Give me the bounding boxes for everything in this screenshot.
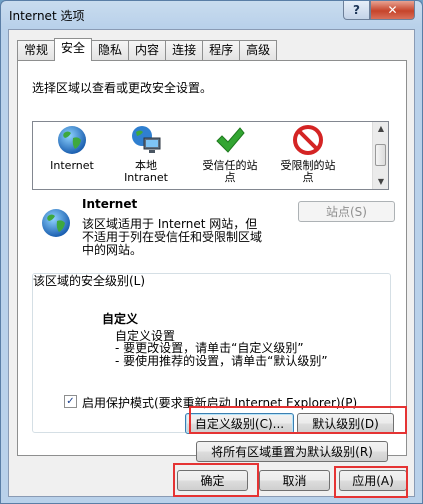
scroll-up-icon[interactable]: ▲ [375, 124, 387, 134]
tab-advanced[interactable]: 高级 [239, 40, 278, 60]
zone-name: Internet [82, 197, 138, 211]
zone-scrollbar[interactable]: ▲ ▼ [372, 122, 388, 189]
checkmark-icon [214, 124, 246, 156]
scroll-thumb[interactable] [375, 144, 386, 166]
zone-instruction: 选择区域以查看或更改安全设置。 [32, 81, 213, 95]
security-tab-panel: 选择区域以查看或更改安全设置。 Internet 本地 Intranet 受信任… [17, 60, 407, 462]
zone-item-trusted-sites[interactable]: 受信任的站 点 [195, 124, 265, 184]
internet-options-window: Internet 选项 ? ✕ 常规 安全 隐私 内容 连接 程序 高级 选择区… [0, 0, 423, 504]
tab-privacy[interactable]: 隐私 [91, 40, 130, 60]
zone-label: 受信任的站 点 [202, 159, 258, 184]
zone-item-internet[interactable]: Internet [37, 124, 107, 172]
highlight-apply-box [334, 466, 408, 498]
scroll-down-icon[interactable]: ▼ [375, 177, 387, 187]
tab-general[interactable]: 常规 [17, 40, 56, 60]
globe-icon [56, 124, 88, 156]
sites-button[interactable]: 站点(S) [298, 201, 395, 222]
security-level-desc: - 要使用推荐的设置，请单击“默认级别” [115, 354, 328, 368]
restricted-icon [292, 124, 324, 156]
security-level-title: 该区域的安全级别(L) [33, 274, 146, 288]
zone-label: 受限制的站 点 [280, 159, 336, 184]
highlight-ok-box [173, 463, 259, 497]
tab-security[interactable]: 安全 [54, 38, 93, 61]
selected-zone-globe-icon [40, 207, 72, 239]
zone-item-local-intranet[interactable]: 本地 Intranet [111, 124, 181, 184]
help-button[interactable]: ? [343, 1, 370, 20]
tab-connections[interactable]: 连接 [165, 40, 204, 60]
security-level-name: 自定义 [102, 312, 139, 326]
intranet-icon [130, 124, 162, 156]
zone-description-line: 中的网站。 [82, 243, 143, 257]
cancel-button[interactable]: 取消 [259, 470, 330, 491]
protected-mode-checkbox[interactable]: ✓ [64, 395, 77, 408]
title-bar[interactable]: Internet 选项 ? ✕ [1, 1, 422, 29]
reset-all-zones-button[interactable]: 将所有区域重置为默认级别(R) [196, 441, 388, 462]
zone-label: Internet [50, 159, 94, 172]
window-title: Internet 选项 [9, 9, 85, 23]
zone-label: 本地 Intranet [124, 159, 168, 184]
tab-strip: 常规 安全 隐私 内容 连接 程序 高级 [17, 38, 278, 61]
tab-programs[interactable]: 程序 [202, 40, 241, 60]
zone-list[interactable]: Internet 本地 Intranet 受信任的站 点 受限制的站 点 ▲ ▼ [32, 121, 389, 190]
highlight-reset-box [189, 406, 407, 434]
tab-content[interactable]: 内容 [128, 40, 167, 60]
close-button[interactable]: ✕ [370, 1, 415, 20]
zone-item-restricted-sites[interactable]: 受限制的站 点 [273, 124, 343, 184]
